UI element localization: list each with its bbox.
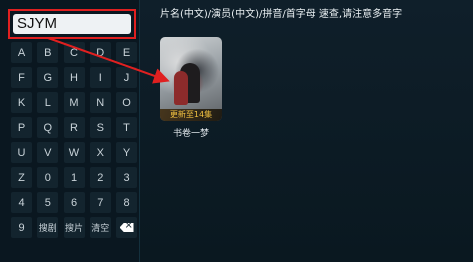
keyboard-row: P Q R S T bbox=[11, 117, 137, 138]
key-x[interactable]: X bbox=[89, 142, 111, 163]
search-screen: SJYM A B C D E F G H I J K L M N O P Q R… bbox=[0, 0, 473, 262]
key-m[interactable]: M bbox=[63, 92, 85, 113]
key-6[interactable]: 6 bbox=[63, 192, 85, 213]
key-5[interactable]: 5 bbox=[37, 192, 59, 213]
key-k[interactable]: K bbox=[11, 92, 32, 113]
key-u[interactable]: U bbox=[11, 142, 32, 163]
on-screen-keyboard: A B C D E F G H I J K L M N O P Q R S T … bbox=[11, 42, 137, 242]
poster-figure bbox=[174, 71, 188, 105]
key-3[interactable]: 3 bbox=[116, 167, 137, 188]
key-4[interactable]: 4 bbox=[11, 192, 32, 213]
search-film-button[interactable]: 搜片 bbox=[63, 217, 85, 238]
keyboard-row: 4 5 6 7 8 bbox=[11, 192, 137, 213]
key-c[interactable]: C bbox=[63, 42, 85, 63]
key-9[interactable]: 9 bbox=[11, 217, 32, 238]
keyboard-row: F G H I J bbox=[11, 67, 137, 88]
keyboard-row: A B C D E bbox=[11, 42, 137, 63]
backspace-button[interactable] bbox=[116, 217, 137, 238]
search-drama-button[interactable]: 搜剧 bbox=[37, 217, 59, 238]
key-t[interactable]: T bbox=[116, 117, 137, 138]
keyboard-panel: SJYM A B C D E F G H I J K L M N O P Q R… bbox=[0, 0, 140, 262]
search-input[interactable]: SJYM bbox=[13, 14, 131, 34]
key-s[interactable]: S bbox=[89, 117, 111, 138]
key-f[interactable]: F bbox=[11, 67, 32, 88]
key-q[interactable]: Q bbox=[37, 117, 59, 138]
key-e[interactable]: E bbox=[116, 42, 137, 63]
key-p[interactable]: P bbox=[11, 117, 32, 138]
key-g[interactable]: G bbox=[37, 67, 59, 88]
key-a[interactable]: A bbox=[11, 42, 32, 63]
result-title: 书卷一梦 bbox=[172, 129, 209, 139]
key-y[interactable]: Y bbox=[116, 142, 137, 163]
keyboard-row: Z 0 1 2 3 bbox=[11, 167, 137, 188]
key-0[interactable]: 0 bbox=[37, 167, 59, 188]
result-card[interactable]: 更新至14集 bbox=[160, 37, 222, 121]
clear-button[interactable]: 清空 bbox=[89, 217, 111, 238]
key-7[interactable]: 7 bbox=[89, 192, 111, 213]
key-w[interactable]: W bbox=[63, 142, 85, 163]
key-o[interactable]: O bbox=[116, 92, 137, 113]
keyboard-row: 9 搜剧 搜片 清空 bbox=[11, 217, 137, 238]
key-v[interactable]: V bbox=[37, 142, 59, 163]
keyboard-row: K L M N O bbox=[11, 92, 137, 113]
search-input-highlight: SJYM bbox=[8, 9, 136, 39]
poster-image: 更新至14集 bbox=[160, 37, 222, 121]
key-b[interactable]: B bbox=[37, 42, 59, 63]
key-8[interactable]: 8 bbox=[116, 192, 137, 213]
key-2[interactable]: 2 bbox=[89, 167, 111, 188]
backspace-icon bbox=[119, 223, 134, 232]
key-r[interactable]: R bbox=[63, 117, 85, 138]
key-i[interactable]: I bbox=[89, 67, 111, 88]
key-z[interactable]: Z bbox=[11, 167, 32, 188]
key-j[interactable]: J bbox=[116, 67, 137, 88]
key-1[interactable]: 1 bbox=[63, 167, 85, 188]
episode-badge: 更新至14集 bbox=[160, 109, 222, 121]
key-d[interactable]: D bbox=[89, 42, 111, 63]
key-l[interactable]: L bbox=[37, 92, 59, 113]
key-h[interactable]: H bbox=[63, 67, 85, 88]
keyboard-row: U V W X Y bbox=[11, 142, 137, 163]
key-n[interactable]: N bbox=[89, 92, 111, 113]
search-hint: 片名(中文)/演员(中文)/拼音/首字母 速查,请注意多音字 bbox=[160, 9, 403, 20]
